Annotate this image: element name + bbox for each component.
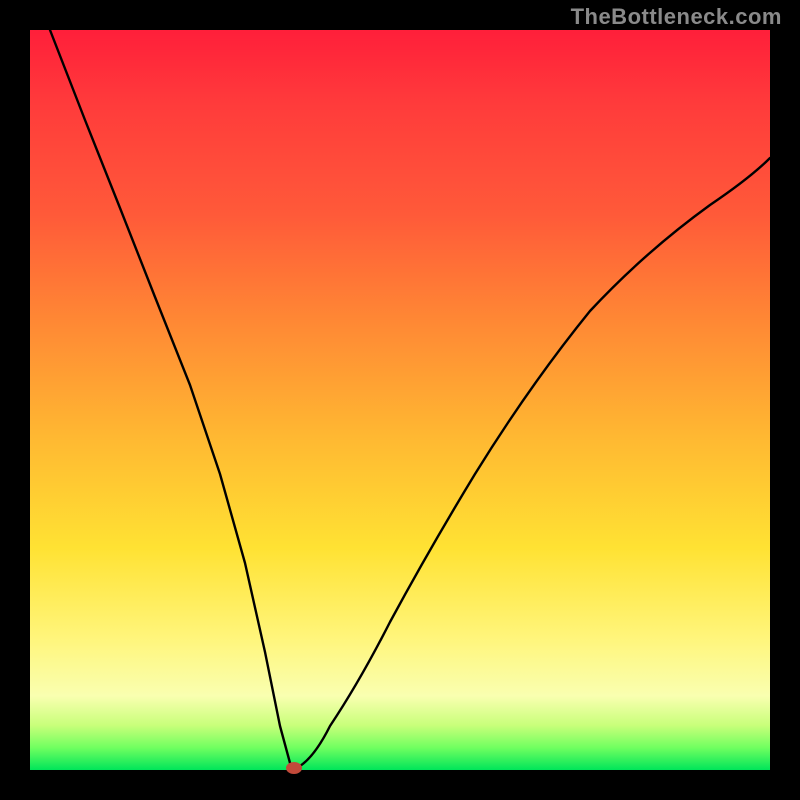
plot-area [30, 30, 770, 770]
minimum-marker [286, 762, 302, 774]
chart-frame: TheBottleneck.com [0, 0, 800, 800]
watermark-text: TheBottleneck.com [571, 4, 782, 30]
curve-svg [30, 30, 770, 770]
bottleneck-curve [50, 30, 770, 770]
